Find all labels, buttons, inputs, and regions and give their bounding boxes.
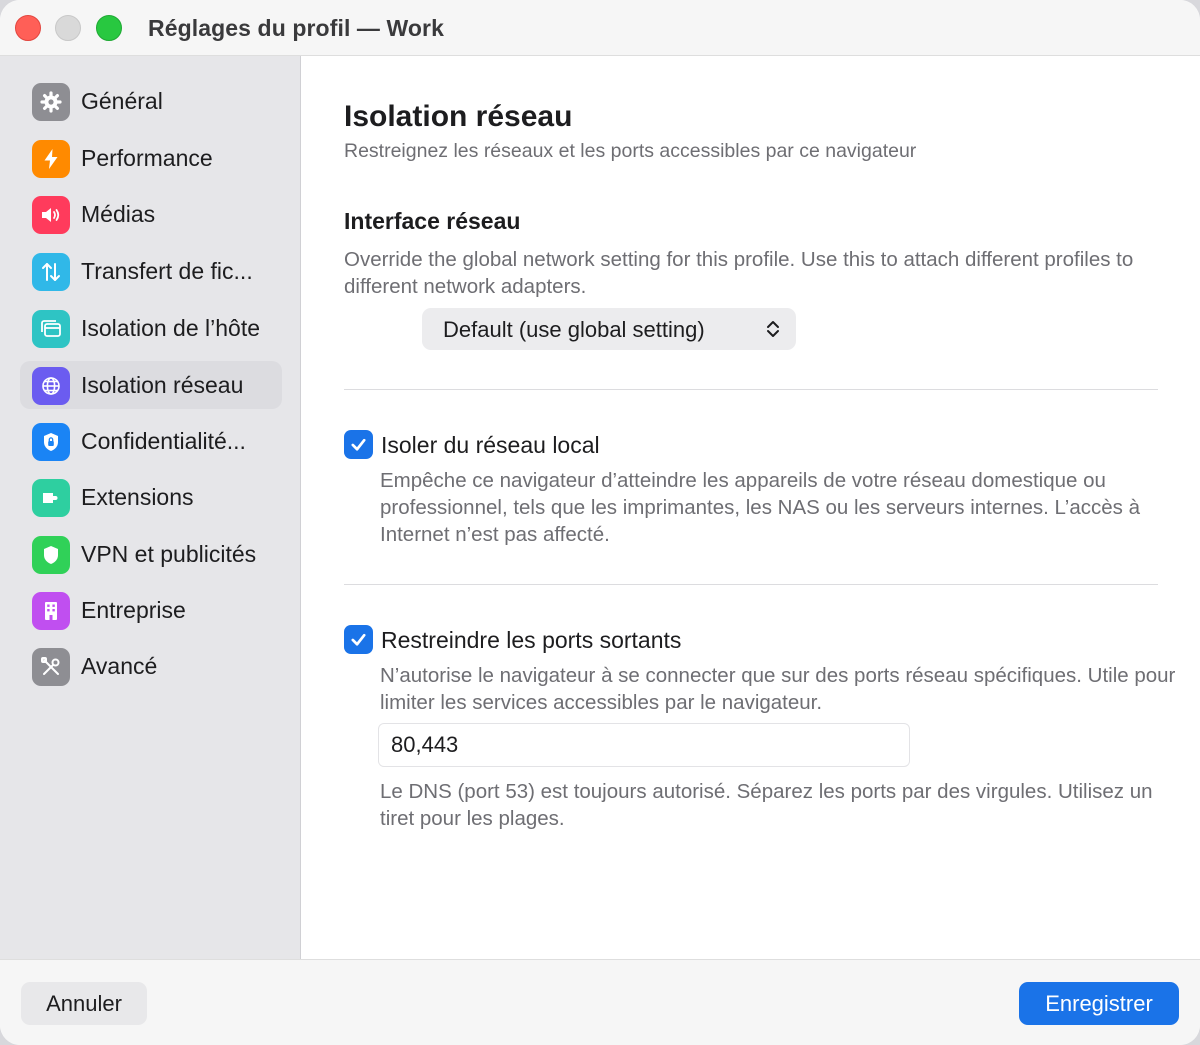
sidebar-item-network-isolation[interactable]: Isolation réseau bbox=[20, 361, 282, 409]
window-icon bbox=[32, 310, 70, 348]
building-icon bbox=[32, 592, 70, 630]
sidebar-item-label: Médias bbox=[81, 201, 156, 227]
restrict-outbound-ports-label[interactable]: Restreindre les ports sortants bbox=[381, 627, 681, 654]
sidebar-item-label: Entreprise bbox=[81, 597, 186, 623]
cancel-button[interactable]: Annuler bbox=[21, 982, 147, 1025]
settings-window: Réglages du profil — Work Général Perfor… bbox=[0, 0, 1200, 1045]
save-button[interactable]: Enregistrer bbox=[1019, 982, 1179, 1025]
sidebar-item-performance[interactable]: Performance bbox=[20, 134, 282, 182]
zoom-window-button[interactable] bbox=[96, 15, 122, 41]
isolate-local-network-label[interactable]: Isoler du réseau local bbox=[381, 432, 600, 459]
network-interface-select-value: Default (use global setting) bbox=[443, 317, 705, 342]
sidebar-item-medias[interactable]: Médias bbox=[20, 190, 282, 238]
puzzle-icon bbox=[32, 479, 70, 517]
sidebar-item-extensions[interactable]: Extensions bbox=[20, 473, 282, 521]
transfer-arrows-icon bbox=[32, 253, 70, 291]
close-window-button[interactable] bbox=[15, 15, 41, 41]
minimize-window-button[interactable] bbox=[55, 15, 81, 41]
divider bbox=[344, 389, 1158, 390]
page-subtitle: Restreignez les réseaux et les ports acc… bbox=[344, 140, 917, 162]
up-down-chevron-icon bbox=[767, 321, 779, 337]
sidebar-item-host-isolation[interactable]: Isolation de l’hôte bbox=[20, 304, 282, 352]
checkmark-icon bbox=[351, 633, 366, 646]
checkmark-icon bbox=[351, 438, 366, 451]
sidebar-item-label: Isolation de l’hôte bbox=[81, 315, 261, 341]
sidebar-item-enterprise[interactable]: Entreprise bbox=[20, 586, 282, 634]
bolt-icon bbox=[32, 140, 70, 178]
globe-icon bbox=[32, 367, 70, 405]
restrict-outbound-ports-description: N’autorise le navigateur à se connecter … bbox=[380, 664, 1176, 714]
allowed-ports-input[interactable] bbox=[378, 723, 910, 767]
page-title: Isolation réseau bbox=[344, 100, 573, 133]
sidebar-item-label: Confidentialité... bbox=[81, 428, 246, 454]
shield-icon bbox=[32, 536, 70, 574]
isolate-local-network-checkbox[interactable] bbox=[344, 430, 373, 459]
sidebar: Général Performance Médias Transfert de … bbox=[0, 56, 301, 959]
section-description-network-interface: Override the global network setting for … bbox=[344, 248, 1134, 298]
restrict-outbound-ports-checkbox[interactable] bbox=[344, 625, 373, 654]
section-heading-network-interface: Interface réseau bbox=[344, 208, 521, 234]
sidebar-item-label: Avancé bbox=[81, 653, 158, 679]
sidebar-item-label: Transfert de fic... bbox=[81, 258, 253, 284]
isolate-local-network-description: Empêche ce navigateur d’atteindre les ap… bbox=[380, 469, 1141, 546]
allowed-ports-hint: Le DNS (port 53) est toujours autorisé. … bbox=[380, 780, 1153, 830]
lock-icon bbox=[32, 423, 70, 461]
speaker-icon bbox=[32, 196, 70, 234]
divider bbox=[344, 584, 1158, 585]
sidebar-item-label: Général bbox=[81, 88, 163, 114]
footer-bar: Annuler Enregistrer bbox=[0, 959, 1200, 1045]
sidebar-item-label: Extensions bbox=[81, 484, 194, 510]
sidebar-item-privacy[interactable]: Confidentialité... bbox=[20, 417, 282, 465]
title-bar: Réglages du profil — Work bbox=[0, 0, 1200, 56]
sidebar-item-advanced[interactable]: Avancé bbox=[20, 642, 282, 690]
sidebar-item-general[interactable]: Général bbox=[20, 77, 282, 125]
main-content: Isolation réseau Restreignez les réseaux… bbox=[302, 56, 1200, 959]
window-title: Réglages du profil — Work bbox=[148, 15, 444, 41]
sidebar-item-label: Isolation réseau bbox=[81, 372, 244, 398]
sidebar-item-label: Performance bbox=[81, 145, 213, 171]
sidebar-item-label: VPN et publicités bbox=[81, 541, 257, 567]
tools-icon bbox=[32, 648, 70, 686]
sidebar-item-vpn-ads[interactable]: VPN et publicités bbox=[20, 530, 282, 578]
network-interface-select[interactable]: Default (use global setting) bbox=[422, 308, 796, 350]
sidebar-item-file-transfer[interactable]: Transfert de fic... bbox=[20, 247, 282, 295]
gear-icon bbox=[32, 83, 70, 121]
